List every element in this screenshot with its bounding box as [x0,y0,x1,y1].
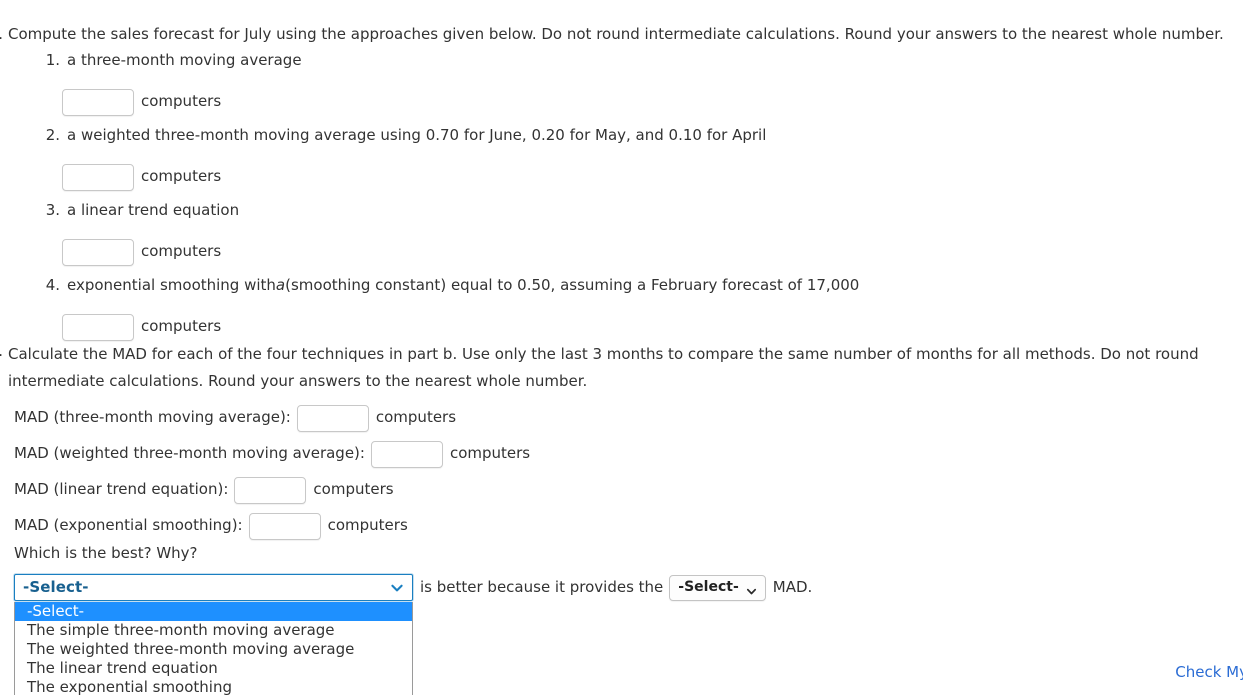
part-c-question: c. Calculate the MAD for each of the fou… [0,341,1238,394]
part-b-letter: b. [0,24,8,45]
part-c-text: Calculate the MAD for each of the four t… [8,345,1199,390]
approach-1-heading: 1. a three-month moving average [0,50,1243,79]
approach-3-answer-row: computers [0,229,1243,275]
mad-row: MAD (exponential smoothing): computers [14,508,530,544]
check-my-work-link[interactable]: Check My [1175,662,1243,683]
mad-quality-select[interactable]: -Select- [669,574,766,601]
approach-1-unit: computers [141,92,222,111]
approach-1-answer-row: computers [0,79,1243,125]
part-b-text: Compute the sales forecast for July usin… [8,25,1224,43]
forecast-weighted-ma-input[interactable] [62,163,134,191]
trailing-sentence-text: MAD. [772,577,813,596]
method-select-wrapper: -Select- -Select- The simple three-month… [14,574,413,695]
mad-exponential-smoothing-unit: computers [327,516,408,535]
mad-weighted-ma-label: MAD (weighted three-month moving average… [14,444,365,463]
method-option-simple-ma[interactable]: The simple three-month moving average [15,621,412,640]
mad-exponential-smoothing-input[interactable] [248,512,321,540]
approach-4-label-pre: exponential smoothing with [67,276,276,294]
approach-1-number: 1. [45,51,60,69]
method-option-exponential-smoothing[interactable]: The exponential smoothing [15,678,412,695]
smoothing-constant-symbol: a [275,276,286,294]
list-item: 1. a three-month moving average computer… [0,50,1243,125]
approach-3-label: a linear trend equation [67,201,240,219]
mad-exponential-smoothing-label: MAD (exponential smoothing): [14,516,243,535]
list-item: 3. a linear trend equation computers [0,200,1243,275]
mad-row: MAD (linear trend equation): computers [14,472,530,508]
approach-4-label-post: (smoothing constant) equal to 0.50, assu… [285,276,860,294]
mad-quality-select-value: -Select- [678,578,739,595]
approach-2-number: 2. [45,126,60,144]
approach-2-label: a weighted three-month moving average us… [67,126,767,144]
mad-weighted-ma-unit: computers [449,444,531,463]
approach-3-heading: 3. a linear trend equation [0,200,1243,229]
approach-list: 1. a three-month moving average computer… [0,50,1243,350]
which-is-best-prompt: Which is the best? Why? [14,544,198,562]
list-item: 2. a weighted three-month moving average… [0,125,1243,200]
mad-linear-trend-unit: computers [313,480,394,499]
mad-three-month-ma-unit: computers [375,408,457,427]
list-item: 4. exponential smoothing with a (smoothi… [0,275,1243,350]
mad-three-month-ma-input[interactable] [296,404,369,432]
method-select[interactable]: -Select- [14,574,413,601]
forecast-linear-trend-input[interactable] [62,238,134,266]
method-option-weighted-ma[interactable]: The weighted three-month moving average [15,640,412,659]
approach-4-unit: computers [141,317,222,336]
method-select-value: -Select- [23,577,89,596]
mad-row: MAD (weighted three-month moving average… [14,436,530,472]
approach-4-number: 4. [45,276,60,294]
approach-2-unit: computers [141,167,222,186]
part-b-question: b. Compute the sales forecast for July u… [0,24,1243,45]
mad-weighted-ma-input[interactable] [370,440,443,468]
approach-2-answer-row: computers [0,154,1243,200]
mad-linear-trend-input[interactable] [234,476,307,504]
part-b-section: b. Compute the sales forecast for July u… [0,24,1243,45]
chevron-down-icon [390,581,404,595]
approach-4-heading: 4. exponential smoothing with a (smoothi… [0,275,1243,304]
method-select-options-list[interactable]: -Select- The simple three-month moving a… [14,602,413,695]
part-c-section: c. Calculate the MAD for each of the fou… [0,341,1238,394]
chevron-down-icon [746,582,757,595]
best-method-answer-row: -Select- -Select- The simple three-month… [14,574,813,695]
approach-3-unit: computers [141,242,222,261]
approach-1-label: a three-month moving average [67,51,302,69]
mad-linear-trend-label: MAD (linear trend equation): [14,480,229,499]
approach-2-heading: 2. a weighted three-month moving average… [0,125,1243,154]
forecast-exponential-smoothing-input[interactable] [62,313,134,341]
part-c-letter: c. [0,341,8,362]
method-option-linear-trend[interactable]: The linear trend equation [15,659,412,678]
forecast-three-month-ma-input[interactable] [62,88,134,116]
mad-three-month-ma-label: MAD (three-month moving average): [14,408,291,427]
mad-input-group: MAD (three-month moving average): comput… [14,400,530,544]
mad-row: MAD (three-month moving average): comput… [14,400,530,436]
middle-sentence-text: is better because it provides the [420,577,664,596]
approach-3-number: 3. [45,201,60,219]
method-option-select[interactable]: -Select- [15,602,412,621]
